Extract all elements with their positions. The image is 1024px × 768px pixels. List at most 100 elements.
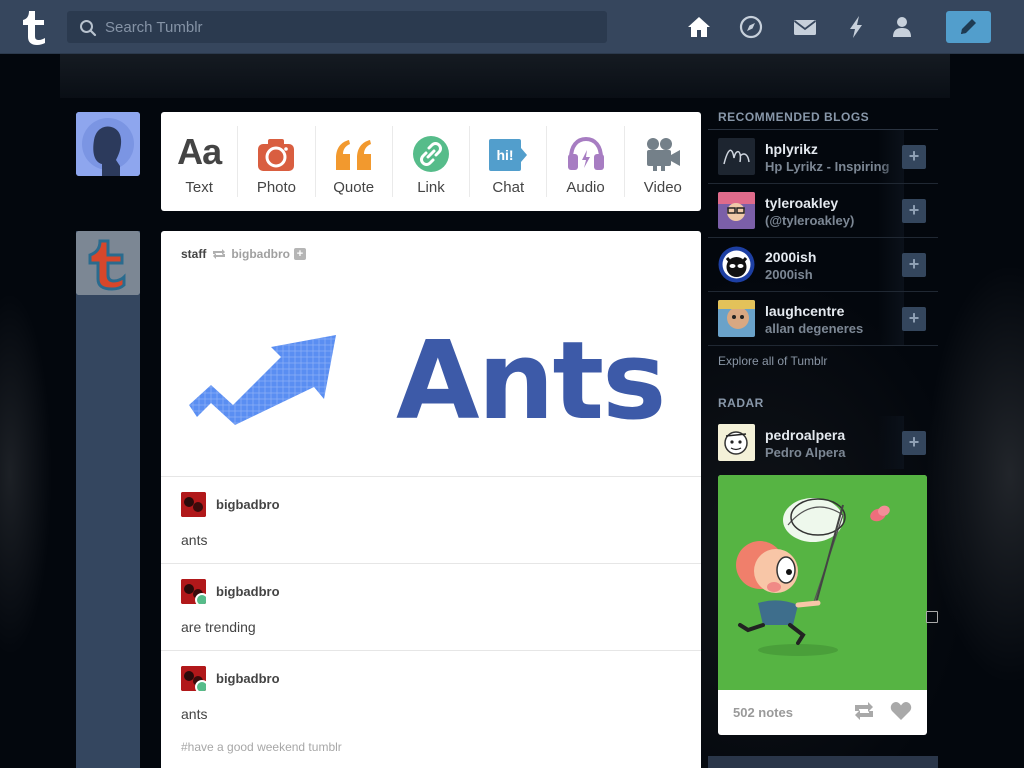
- recommended-blog[interactable]: laughcentre allan degeneres +: [708, 292, 938, 346]
- thread-author[interactable]: bigbadbro: [216, 497, 280, 512]
- reblog-icon[interactable]: [852, 701, 876, 721]
- post-type-photo[interactable]: Photo: [238, 126, 316, 197]
- tumblr-logo-icon[interactable]: [18, 7, 50, 47]
- trending-arrow-icon: [189, 335, 336, 425]
- follow-button[interactable]: +: [902, 199, 926, 223]
- right-sidebar: RECOMMENDED BLOGS hplyrikz Hp Lyrikz - I…: [708, 108, 938, 470]
- search-box[interactable]: [67, 11, 607, 43]
- blog-description: (@tyleroakley): [765, 213, 855, 228]
- divider: [161, 563, 701, 564]
- radar-post[interactable]: 502 notes: [718, 475, 927, 735]
- notes-count[interactable]: 502 notes: [733, 705, 793, 720]
- bigbadbro-avatar[interactable]: [181, 492, 206, 517]
- row-fade: [878, 184, 904, 237]
- post-image-ants-trending: Ants: [189, 321, 666, 431]
- user-avatar[interactable]: [76, 112, 140, 176]
- post-type-video[interactable]: Video: [625, 126, 701, 197]
- blog-description: Hp Lyrikz - Inspiring: [765, 159, 890, 174]
- search-input[interactable]: [105, 11, 595, 43]
- pencil-icon: [961, 19, 976, 34]
- background-banner: [60, 54, 950, 98]
- chat-icon: hi!: [489, 139, 528, 171]
- home-icon[interactable]: [686, 14, 712, 40]
- follow-plus-icon[interactable]: +: [294, 248, 307, 260]
- post-type-link[interactable]: Link: [393, 126, 471, 197]
- sidebar-bottom-panel: [708, 756, 938, 768]
- blog-name[interactable]: pedroalpera: [765, 427, 845, 443]
- activity-lightning-icon[interactable]: [843, 14, 869, 40]
- video-camera-icon: [646, 138, 680, 171]
- bigbadbro-avatar[interactable]: [181, 666, 206, 691]
- follow-button[interactable]: +: [902, 145, 926, 169]
- like-heart-icon[interactable]: [890, 701, 912, 721]
- thread-text: ants: [181, 532, 208, 548]
- reblog-source: bigbadbro: [211, 247, 290, 261]
- post-type-label: Quote: [333, 179, 375, 196]
- post-header: staff bigbadbro +: [181, 247, 307, 261]
- blog-name[interactable]: 2000ish: [765, 249, 816, 265]
- divider: [161, 650, 701, 651]
- reblogged-from[interactable]: bigbadbro: [231, 247, 290, 261]
- post-type-audio[interactable]: Audio: [547, 126, 625, 197]
- radar-blog[interactable]: pedroalpera Pedro Alpera +: [708, 416, 938, 470]
- hplyrikz-avatar[interactable]: [718, 138, 755, 175]
- inbox-envelope-icon[interactable]: [792, 14, 818, 40]
- post-type-label: Photo: [256, 179, 297, 196]
- radar-image: [718, 475, 927, 690]
- blog-name[interactable]: laughcentre: [765, 303, 844, 319]
- row-fade: [878, 292, 904, 345]
- post-type-label: Link: [417, 179, 445, 196]
- post-author[interactable]: staff: [181, 247, 206, 261]
- keyboard-shortcuts-icon[interactable]: [926, 611, 938, 623]
- post-type-label: Video: [643, 179, 682, 196]
- post-type-text[interactable]: Aa Text: [161, 126, 239, 197]
- recommended-blogs-title: RECOMMENDED BLOGS: [708, 108, 938, 130]
- laughcentre-avatar[interactable]: [718, 300, 755, 337]
- 2000ish-avatar[interactable]: [718, 246, 755, 283]
- row-fade: [878, 130, 904, 183]
- text-icon: Aa: [177, 131, 222, 172]
- post-tag[interactable]: #have a good weekend tumblr: [181, 740, 342, 754]
- recommended-blog[interactable]: tyleroakley (@tyleroakley) +: [708, 184, 938, 238]
- post-image-text: Ants: [396, 321, 664, 431]
- bigbadbro-avatar[interactable]: [181, 579, 206, 604]
- account-person-icon[interactable]: [889, 14, 915, 40]
- blog-name[interactable]: hplyrikz: [765, 141, 818, 157]
- follow-button[interactable]: +: [902, 431, 926, 455]
- radar-title: RADAR: [718, 396, 764, 410]
- staff-tumblr-avatar-icon: [76, 231, 140, 295]
- blog-description: 2000ish: [765, 267, 813, 282]
- link-icon: [412, 136, 449, 172]
- post-type-quote[interactable]: Quote: [316, 126, 393, 197]
- explore-compass-icon[interactable]: [738, 14, 764, 40]
- thread-author[interactable]: bigbadbro: [216, 671, 280, 686]
- staff-avatar[interactable]: [76, 231, 140, 295]
- follow-button[interactable]: +: [902, 307, 926, 331]
- post-type-label: Audio: [566, 179, 605, 196]
- pedroalpera-avatar[interactable]: [718, 424, 755, 461]
- user-silhouette-icon: [76, 112, 140, 176]
- post-type-bar: Aa Text Photo Quote Link hi! Chat Audio …: [161, 112, 701, 211]
- camera-icon: [258, 139, 295, 171]
- reblog-icon: [213, 249, 226, 259]
- thread-author[interactable]: bigbadbro: [216, 584, 280, 599]
- quote-icon: [335, 140, 371, 170]
- blog-description: allan degeneres: [765, 321, 864, 336]
- blog-description: Pedro Alpera: [765, 445, 846, 460]
- post-type-label: Text: [185, 179, 213, 196]
- tyleroakley-avatar[interactable]: [718, 192, 755, 229]
- thread-text: are trending: [181, 619, 256, 635]
- svg-text:hi!: hi!: [497, 147, 514, 163]
- follow-button[interactable]: +: [902, 253, 926, 277]
- explore-link[interactable]: Explore all of Tumblr: [708, 346, 938, 384]
- blog-name[interactable]: tyleroakley: [765, 195, 838, 211]
- reblog-badge-icon: [195, 593, 206, 604]
- recommended-blog[interactable]: hplyrikz Hp Lyrikz - Inspiring +: [708, 130, 938, 184]
- reblog-badge-icon: [195, 680, 206, 691]
- recommended-blog[interactable]: 2000ish 2000ish +: [708, 238, 938, 292]
- row-fade: [878, 416, 904, 469]
- boy-with-butterfly-net-illustration: [718, 475, 927, 690]
- post-type-chat[interactable]: hi! Chat: [470, 126, 548, 197]
- compose-button[interactable]: [946, 11, 991, 43]
- divider: [161, 476, 701, 477]
